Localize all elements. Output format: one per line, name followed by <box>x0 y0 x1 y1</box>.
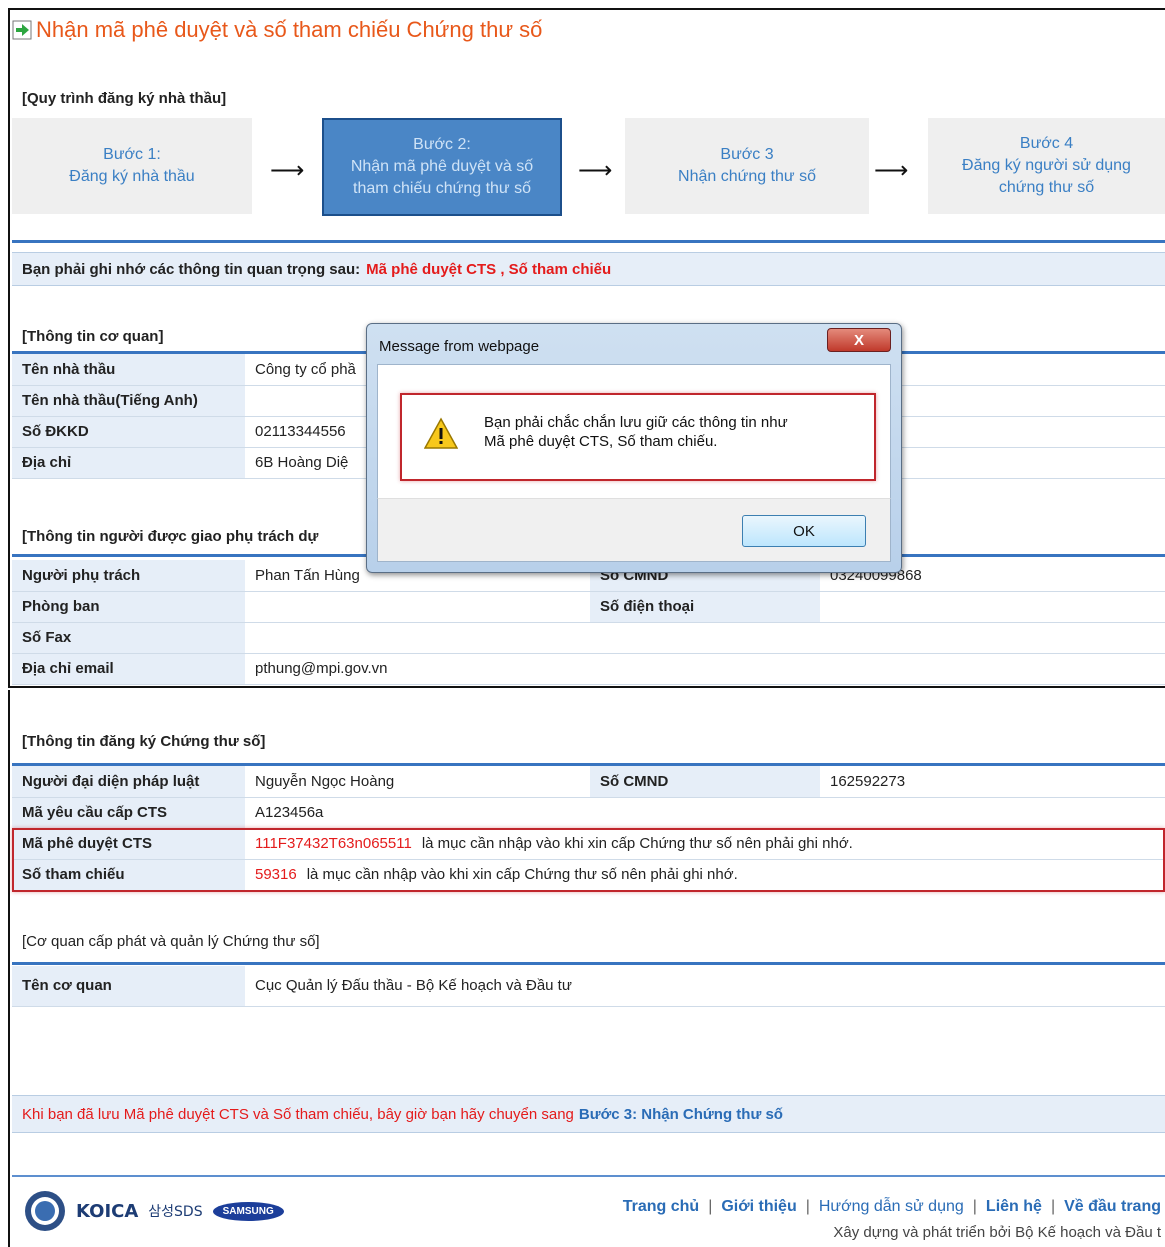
row-label: Địa chỉ <box>12 447 245 479</box>
step-arrow-icon: ⟶ <box>874 157 909 184</box>
link-home[interactable]: Trang chủ <box>623 1198 699 1216</box>
page-title-text: Nhận mã phê duyệt và số tham chiếu Chứng… <box>36 17 543 42</box>
ok-button[interactable]: OK <box>742 515 866 547</box>
row-value: Cục Quản lý Đấu thầu - Bộ Kế hoạch và Đầ… <box>245 966 1165 1007</box>
dialog-line-2: Mã phê duyệt CTS, Số tham chiếu. <box>484 433 718 450</box>
person-info-table: Người phụ trách Phan Tấn Hùng Số CMND 03… <box>12 560 1165 685</box>
mpi-seal-icon <box>25 1191 65 1231</box>
step-1-desc: Đăng ký nhà thầu <box>69 168 195 185</box>
row-label: Người phụ trách <box>12 560 245 592</box>
table-row: Mã yêu cầu cấp CTS A123456a <box>12 797 1165 829</box>
row-label-2: Số điện thoại <box>590 591 820 623</box>
copyright: Xây dựng và phát triển bởi Bộ Kế hoạch v… <box>833 1224 1161 1241</box>
step-2-title: Bước 2: <box>413 136 471 153</box>
step-4: Bước 4 Đăng ký người sử dụng chứng thư s… <box>928 118 1165 214</box>
row-label: Địa chỉ email <box>12 653 245 685</box>
table-row: Người đại diện pháp luật Nguyễn Ngọc Hoà… <box>12 766 1165 798</box>
separator: | <box>805 1198 810 1215</box>
row-value-2 <box>820 591 1165 623</box>
separator: | <box>972 1198 977 1215</box>
person-info-heading: [Thông tin người được giao phụ trách dự <box>22 528 319 545</box>
row-label: Tên cơ quan <box>12 966 245 1007</box>
step-4-desc-2: chứng thư số <box>998 179 1095 196</box>
step-arrow-icon: ⟶ <box>578 157 613 184</box>
step-2-desc-2: tham chiếu chứng thư số <box>353 180 531 197</box>
dialog-message-box: Bạn phải chắc chắn lưu giữ các thông tin… <box>400 393 876 481</box>
step-3: Bước 3 Nhận chứng thư số <box>625 118 869 214</box>
issuer-heading: [Cơ quan cấp phát và quản lý Chứng thư s… <box>22 933 320 950</box>
row-label-2: Số CMND <box>590 766 820 798</box>
footer-links: Trang chủ | Giới thiệu | Hướng dẫn sử dụ… <box>623 1198 1161 1216</box>
dialog-message: Bạn phải chắc chắn lưu giữ các thông tin… <box>484 413 788 451</box>
dialog-footer: OK <box>377 498 891 562</box>
step-arrow-icon: ⟶ <box>270 157 305 184</box>
row-label: Số Fax <box>12 622 245 654</box>
link-help[interactable]: Hướng dẫn sử dụng <box>819 1198 964 1216</box>
separator: | <box>1050 1198 1056 1215</box>
dialog-line-1: Bạn phải chắc chắn lưu giữ các thông tin… <box>484 414 788 431</box>
row-label: Tên nhà thầu(Tiếng Anh) <box>12 385 245 417</box>
table-row: Phòng ban Số điện thoại <box>12 591 1165 623</box>
notice-text: Bạn phải ghi nhớ các thông tin quan trọn… <box>22 260 361 278</box>
process-steps: Bước 1: Đăng ký nhà thầu ⟶ Bước 2: Nhận … <box>12 116 1165 216</box>
step-1-title: Bước 1: <box>103 146 161 163</box>
step-2-desc-1: Nhận mã phê duyệt và số <box>350 158 534 175</box>
row-label: Phòng ban <box>12 591 245 623</box>
dialog-body: Bạn phải chắc chắn lưu giữ các thông tin… <box>377 364 891 514</box>
step-4-title: Bước 4 <box>1019 135 1074 152</box>
koica-logo: KOICA <box>76 1200 139 1222</box>
samsung-sds-logo: 삼성SDS <box>148 1204 203 1220</box>
table-row: Số Fax <box>12 622 1165 654</box>
notice-bar: Bạn phải ghi nhớ các thông tin quan trọn… <box>12 252 1165 286</box>
table-row: Địa chỉ email pthung@mpi.gov.vn <box>12 653 1165 685</box>
step-2: Bước 2: Nhận mã phê duyệt và số tham chi… <box>322 118 562 216</box>
link-top[interactable]: Về đầu trang <box>1064 1198 1161 1216</box>
warning-icon <box>424 417 458 449</box>
divider <box>12 240 1165 243</box>
step-4-desc-1: Đăng ký người sử dụng <box>962 157 1131 174</box>
row-value: pthung@mpi.gov.vn <box>245 653 1165 685</box>
org-info-heading: [Thông tin cơ quan] <box>22 328 164 345</box>
row-label: Mã yêu cầu cấp CTS <box>12 797 245 829</box>
separator: | <box>708 1198 713 1215</box>
process-heading: [Quy trình đăng ký nhà thầu] <box>22 90 227 107</box>
link-contact[interactable]: Liên hệ <box>986 1198 1042 1216</box>
link-about[interactable]: Giới thiệu <box>721 1198 796 1216</box>
row-label: Tên nhà thầu <box>12 354 245 386</box>
row-value <box>245 622 1165 654</box>
step-1: Bước 1: Đăng ký nhà thầu <box>12 118 252 214</box>
row-value: Nguyễn Ngọc Hoàng <box>245 766 590 798</box>
page-title: Nhận mã phê duyệt và số tham chiếu Chứng… <box>12 14 542 46</box>
message-dialog: Message from webpage X Bạn phải chắc chắ… <box>366 323 902 573</box>
issuer-table: Tên cơ quan Cục Quản lý Đấu thầu - Bộ Kế… <box>12 966 1165 1007</box>
cert-info-heading: [Thông tin đăng ký Chứng thư số] <box>22 733 266 750</box>
row-label: Người đại diện pháp luật <box>12 766 245 798</box>
step-3-link[interactable]: Bước 3: Nhận Chứng thư số <box>579 1106 783 1123</box>
green-arrow-icon <box>12 20 32 40</box>
table-row: Tên cơ quan Cục Quản lý Đấu thầu - Bộ Kế… <box>12 966 1165 1007</box>
row-label: Số ĐKKD <box>12 416 245 448</box>
dialog-title: Message from webpage <box>379 338 540 355</box>
step-3-title: Bước 3 <box>720 146 774 163</box>
samsung-logo: SAMSUNG <box>212 1201 284 1221</box>
row-value: A123456a <box>245 797 1165 829</box>
highlight-box <box>12 828 1165 892</box>
step-3-desc: Nhận chứng thư số <box>678 168 816 185</box>
divider <box>12 1175 1165 1177</box>
final-note-text: Khi bạn đã lưu Mã phê duyệt CTS và Số th… <box>22 1105 574 1123</box>
row-value <box>245 591 590 623</box>
notice-highlight: Mã phê duyệt CTS , Số tham chiếu <box>366 260 612 278</box>
partner-logos: KOICA 삼성SDS SAMSUNG <box>24 1190 284 1232</box>
final-note-bar: Khi bạn đã lưu Mã phê duyệt CTS và Số th… <box>12 1095 1165 1133</box>
divider <box>12 962 1165 965</box>
row-value-2: 162592273 <box>820 766 1165 798</box>
close-icon[interactable]: X <box>827 328 891 352</box>
